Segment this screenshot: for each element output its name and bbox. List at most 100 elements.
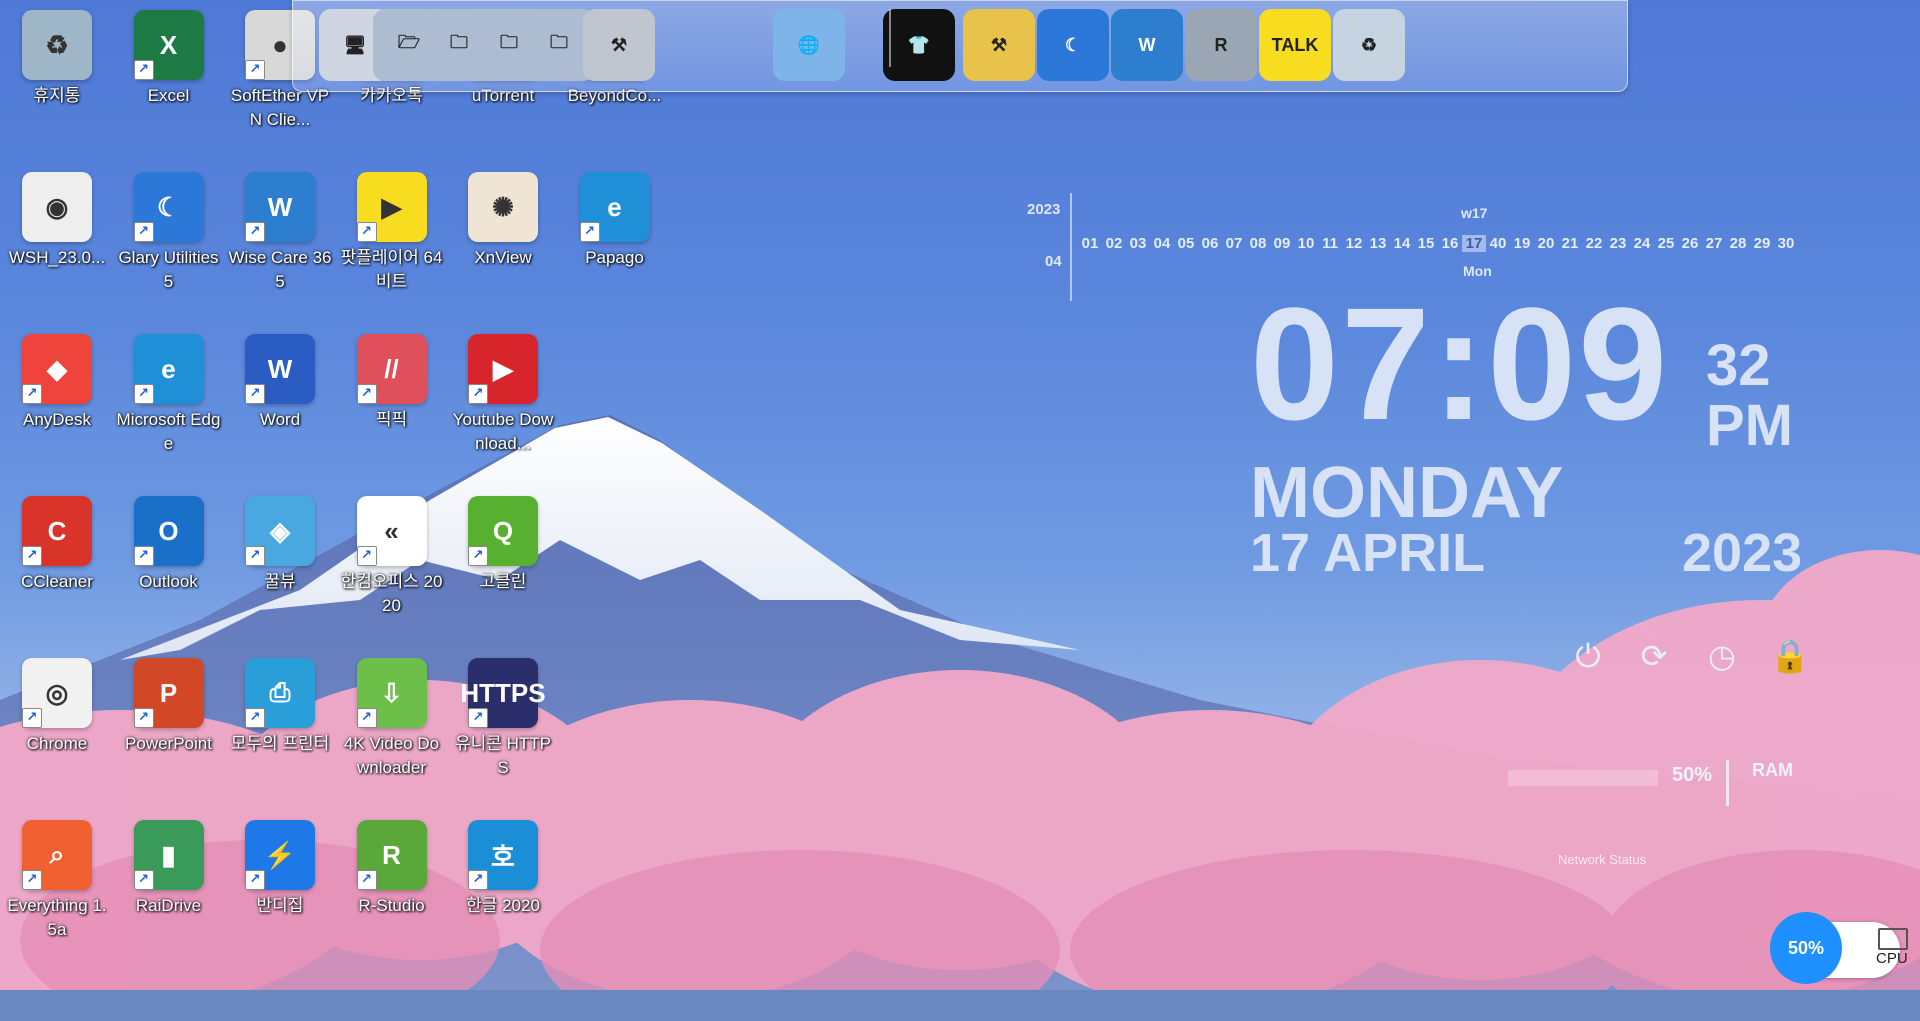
desktop-icon[interactable]: HTTPS ↗ 유니콘 HTTPS [448, 650, 558, 800]
icon-glyph: HTTPS [460, 677, 546, 708]
calendar-day: 02 [1105, 235, 1123, 252]
calendar-day: 17 [1462, 235, 1486, 252]
shutdown-button[interactable]: ⏻ [1568, 636, 1608, 676]
everything-search-icon: ⌕ ↗ [22, 820, 92, 890]
goclean-icon: Q ↗ [468, 496, 538, 566]
icon-glyph: e [607, 191, 622, 222]
clock-hours-minutes: 07:09 [1250, 274, 1670, 453]
hammer-icon[interactable]: ⚒ [963, 9, 1035, 81]
cpu-widget[interactable]: CPU 50% [1770, 912, 1908, 984]
desktop-icon[interactable]: ◉ WSH_23.0... [2, 164, 112, 314]
desktop-icon[interactable]: C ↗ CCleaner [2, 488, 112, 638]
calendar-day: 23 [1609, 235, 1627, 252]
shortcut-arrow-icon: ↗ [356, 546, 377, 566]
cpu-percent: 50% [1770, 912, 1842, 984]
chrome-icon: ◎ ↗ [22, 658, 92, 728]
desktop-icon[interactable]: ▶ ↗ Youtube Download... [448, 326, 558, 476]
desktop-icon[interactable]: ✺ XnView [448, 164, 558, 314]
desktop-icon[interactable]: ◈ ↗ 꿀뷰 [225, 488, 335, 638]
icon-glyph: ▮ [161, 839, 176, 870]
globe-icon[interactable]: 🌐 [773, 9, 845, 81]
dock-icon-glyph: 🗀 [450, 32, 468, 52]
desktop-icon[interactable]: ☾ ↗ Glary Utilities 5 [114, 164, 224, 314]
dock-icon-glyph: 🖥 [343, 34, 367, 55]
desktop-icon[interactable]: W ↗ Word [225, 326, 335, 476]
icon-glyph: ◆ [47, 353, 67, 384]
desktop-icon[interactable]: ⇩ ↗ 4K Video Downloader [337, 650, 447, 800]
glary-utilities-icon[interactable]: ☾ [1037, 9, 1109, 81]
dock-icon-glyph: 🗀 [500, 32, 518, 52]
shortcut-arrow-icon: ↗ [245, 870, 265, 890]
desktop-icon[interactable]: Q ↗ 고클린 [448, 488, 558, 638]
desktop-icon[interactable]: ◆ ↗ AnyDesk [2, 326, 112, 476]
desktop-icon[interactable]: ▮ ↗ RaiDrive [114, 812, 224, 962]
desktop-icon[interactable]: P ↗ PowerPoint [114, 650, 224, 800]
restart-button[interactable]: ⟳ [1634, 636, 1674, 676]
desktop-icon[interactable]: e ↗ Microsoft Edge [114, 326, 224, 476]
calendar-day: 03 [1129, 235, 1147, 252]
r-studio-icon[interactable]: R [1185, 9, 1257, 81]
edge-icon: e ↗ [133, 334, 204, 404]
icon-glyph: 호 [491, 841, 515, 872]
desktop-icon[interactable]: ◎ ↗ Chrome [2, 650, 112, 800]
unicorn-https-icon: HTTPS ↗ [460, 658, 546, 728]
sleep-button[interactable]: ◷ [1702, 636, 1742, 676]
edge-icon: e ↗ [579, 172, 650, 242]
desktop-icon-label: 반디집 [256, 896, 304, 915]
tshirt-icon[interactable]: 👕 [883, 9, 955, 81]
restart-icon: ⟳ [1640, 637, 1668, 675]
desktop-icon[interactable]: R ↗ R-Studio [337, 812, 447, 962]
hancom-office-icon: «↗ [356, 496, 427, 566]
shortcut-arrow-icon: ↗ [245, 60, 265, 80]
shortcut-arrow-icon: ↗ [133, 870, 154, 890]
calendar-month: 04 [1045, 253, 1062, 270]
calendar-day: 25 [1657, 235, 1675, 252]
desktop-icon[interactable]: // ↗ 픽픽 [337, 326, 447, 476]
calendar-day: 20 [1537, 235, 1555, 252]
calendar-day: 30 [1777, 235, 1795, 252]
desktop-icon-label: Microsoft Edge [116, 410, 221, 453]
icon-glyph: ◈ [270, 515, 290, 546]
calendar-day: 05 [1177, 235, 1195, 252]
icon-glyph: ⇩ [380, 677, 403, 708]
ram-divider [1726, 760, 1729, 806]
shortcut-arrow-icon: ↗ [356, 708, 377, 728]
desktop-icon[interactable]: 호 ↗ 한글 2020 [448, 812, 558, 962]
desktop-icon[interactable]: ⎙ ↗ 모두의 프린터 [225, 650, 335, 800]
desktop-icon[interactable]: W ↗ Wise Care 365 [225, 164, 335, 314]
calendar-day: 12 [1345, 235, 1363, 252]
shortcut-arrow-icon: ↗ [22, 870, 42, 890]
tools-icon[interactable]: ⚒ [583, 9, 655, 81]
desktop-icon[interactable]: ▶ ↗ 팟플레이어 64 비트 [337, 164, 447, 314]
calendar-day: 09 [1273, 235, 1291, 252]
desktop-icon-label: Glary Utilities 5 [118, 248, 219, 291]
clock-date: 17 APRIL [1250, 523, 1486, 583]
desktop-icon[interactable]: ⚡ ↗ 반디집 [225, 812, 335, 962]
youtube-downloader-icon: ▶ ↗ [468, 334, 538, 404]
hangul-icon: 호 ↗ [468, 820, 538, 890]
potplayer-icon: ▶ ↗ [356, 172, 427, 242]
dock-icon-glyph: ☾ [1064, 34, 1082, 55]
wise-care-icon[interactable]: W [1111, 9, 1183, 81]
desktop-icon[interactable]: «↗ 한컴오피스 2020 [337, 488, 447, 638]
desktop-icon-label: AnyDesk [22, 410, 92, 429]
recycle-bin-icon[interactable]: ♻ [1333, 9, 1405, 81]
calendar-day: 29 [1753, 235, 1771, 252]
desktop-icon[interactable]: e ↗ Papago [560, 164, 670, 314]
calendar-day: 14 [1393, 235, 1411, 252]
desktop-icon[interactable]: X ↗ Excel [114, 2, 224, 152]
icon-glyph: ⚡ [263, 839, 297, 870]
calendar-day: 28 [1729, 235, 1747, 252]
dock-icon-glyph: W [1138, 34, 1156, 55]
desktop-icon[interactable]: ⌕ ↗ Everything 1.5a [2, 812, 112, 962]
sleep-icon: ◷ [1708, 637, 1736, 675]
shortcut-arrow-icon: ↗ [468, 546, 488, 566]
calendar-day: 21 [1561, 235, 1579, 252]
desktop-icon[interactable]: O ↗ Outlook [114, 488, 224, 638]
kakaotalk-icon[interactable]: TALK [1259, 9, 1331, 81]
lock-button[interactable]: 🔒 [1770, 636, 1810, 676]
calendar-day: 10 [1297, 235, 1315, 252]
desktop-icon-label: XnView [474, 248, 532, 267]
icon-glyph: W [267, 353, 293, 384]
desktop-icon[interactable]: ♻ 휴지통 [2, 2, 112, 152]
